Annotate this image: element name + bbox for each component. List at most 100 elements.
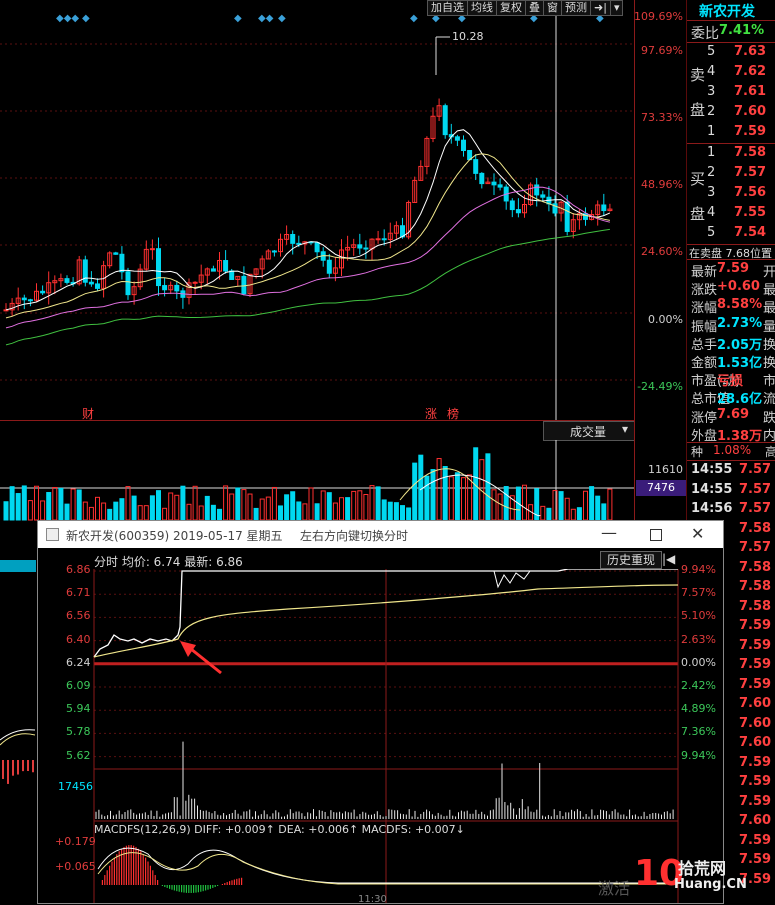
axis-label-3: 73.33% (641, 111, 683, 124)
tick-price: 7.59 (739, 793, 772, 809)
intraday-header: 分时 均价: 6.74 最新: 6.86 (94, 555, 243, 569)
stat-value: 2.73% (717, 315, 763, 331)
history-replay-button[interactable]: 历史重现 (600, 551, 662, 569)
stat-value: 8.58% (717, 297, 763, 313)
window-button[interactable]: 窗 (543, 0, 562, 16)
popup-title: 新农开发(600359) 2019-05-17 星期五 (66, 529, 283, 543)
volume-highlight-badge: 7476 (636, 480, 686, 496)
stat-label: 涨幅 (691, 301, 718, 317)
moving-average-button[interactable]: 均线 (467, 0, 497, 16)
popup-pct-label: 2.63% (681, 632, 716, 646)
buy-level-1[interactable]: 1 7.58 (687, 145, 775, 164)
stat-row: 最新 7.59 开 (687, 261, 775, 280)
tick-price: 7.59 (739, 618, 772, 633)
arrow-right-bar-icon[interactable]: ➜| (590, 0, 611, 16)
stat-value: 28.6亿 (717, 392, 763, 408)
ticker-header: 种 1.08% 高 (691, 443, 775, 459)
popup-price-label: 6.56 (66, 609, 91, 623)
caret-down-icon: ▾ (622, 422, 629, 436)
caret-down-icon[interactable]: ▾ (609, 0, 624, 16)
popup-price-label: 5.62 (66, 748, 91, 762)
tick-price: 7.59 (739, 657, 772, 672)
tick-price: 7.57 (739, 481, 772, 497)
buy-level-4[interactable]: 4 7.55 (687, 205, 775, 224)
stat-row: 金额 1.53亿换 (687, 352, 775, 371)
add-watchlist-button[interactable]: 加自选 (427, 0, 468, 16)
popup-hint: 左右方向键切换分时 (300, 529, 409, 543)
stat-value: +0.60 (717, 279, 760, 295)
overlay-button[interactable]: 叠 (525, 0, 544, 16)
tick-price: 7.57 (739, 462, 772, 477)
forecast-button[interactable]: 预测 (561, 0, 591, 16)
tick-price: 7.59 (739, 676, 772, 692)
webi-value: 7.41% (719, 23, 765, 38)
stock-name: 新农开发 (699, 4, 755, 20)
volume-axis-top: 11610 (648, 463, 683, 476)
volume-indicator-select[interactable]: 成交量 ▾ (543, 421, 635, 441)
stat-row: 市盈(动) 亏损市 (687, 370, 775, 390)
sell-level-3[interactable]: 3 7.61 (687, 84, 775, 103)
axis-label-5: 24.60% (641, 245, 683, 258)
minimize-icon[interactable]: — (601, 523, 617, 542)
tick-price: 7.60 (739, 715, 772, 731)
tick-time: 14:56 (691, 501, 733, 516)
stat-tail: 最 (763, 301, 775, 317)
stat-label: 涨停 (691, 410, 718, 426)
popup-price-label: 6.09 (66, 679, 91, 692)
sell-level-4[interactable]: 4 7.62 (687, 64, 775, 83)
popup-pct-label: 9.94% (681, 563, 716, 576)
stat-label: 金额 (691, 356, 718, 371)
webi-row: 委比 7.41% (687, 23, 775, 42)
popup-price-label: 6.40 (66, 632, 91, 646)
sell-level-2[interactable]: 2 7.60 (687, 104, 775, 123)
stat-tail: 换 (763, 356, 775, 371)
stat-row: 涨停 7.69 跌 (687, 407, 775, 426)
tick-price: 7.58 (739, 559, 772, 575)
tick-price: 7.58 (739, 579, 772, 594)
tick-price: 7.59 (739, 754, 772, 770)
stat-tail: 内 (763, 428, 775, 444)
maximize-icon[interactable] (650, 529, 662, 541)
tick-row: 14:55 7.57 (687, 482, 775, 501)
stat-label: 振幅 (691, 319, 718, 335)
popup-title-bar[interactable]: 新农开发(600359) 2019-05-17 星期五 左右方向键切换分时 — … (38, 521, 723, 548)
adjust-price-button[interactable]: 复权 (496, 0, 526, 16)
axis-label-1: 109.69% (634, 10, 683, 23)
buy-level-2[interactable]: 2 7.57 (687, 165, 775, 184)
close-icon[interactable]: ✕ (691, 524, 704, 543)
stat-value: 7.59 (717, 261, 750, 276)
collapse-left-icon[interactable]: |◀ (662, 552, 675, 566)
stat-tail: 最 (763, 283, 775, 299)
tick-row: 14:55 7.57 (687, 462, 775, 481)
stat-row: 总市值 28.6亿流 (687, 388, 775, 408)
activate-watermark: 激活 (598, 879, 631, 898)
axis-label-4: 48.96% (641, 178, 683, 191)
tick-price: 7.59 (739, 774, 772, 789)
buy-level-5[interactable]: 5 7.54 (687, 225, 775, 244)
popup-pct-label: 7.36% (681, 725, 716, 739)
watermark-logo: 10 拾荒网 Huang.CN (634, 853, 747, 894)
popup-price-label: 5.78 (66, 725, 91, 739)
intraday-popup-window[interactable]: 新农开发(600359) 2019-05-17 星期五 左右方向键切换分时 — … (37, 520, 747, 905)
tick-price: 7.57 (739, 540, 772, 555)
kline-chart[interactable] (0, 0, 634, 420)
sell-level-1[interactable]: 1 7.59 (687, 124, 775, 143)
stat-tail: 市 (763, 374, 775, 390)
buy-level-3[interactable]: 3 7.56 (687, 185, 775, 204)
stat-row: 总手 2.05万换 (687, 334, 775, 353)
macd-axis-mid: +0.065 (55, 860, 96, 873)
tick-price: 7.60 (739, 813, 772, 828)
time-axis-label: 11:30 (358, 894, 387, 905)
popup-pct-label: 4.89% (681, 702, 716, 716)
stat-tail: 量 (763, 319, 775, 335)
stat-value: 1.38万 (717, 428, 763, 444)
popup-price-label: 6.71 (66, 586, 91, 600)
stat-row: 振幅 2.73% 量 (687, 315, 775, 335)
stat-label: 涨跌 (691, 283, 718, 299)
sell-level-5[interactable]: 5 7.63 (687, 44, 775, 63)
stat-value: 亏损 (717, 374, 744, 390)
axis-label-neg: -24.49% (637, 380, 683, 393)
tick-row: 14:56 7.57 (687, 501, 775, 520)
popup-price-label: 6.24 (66, 655, 91, 669)
volume-header (0, 420, 634, 441)
